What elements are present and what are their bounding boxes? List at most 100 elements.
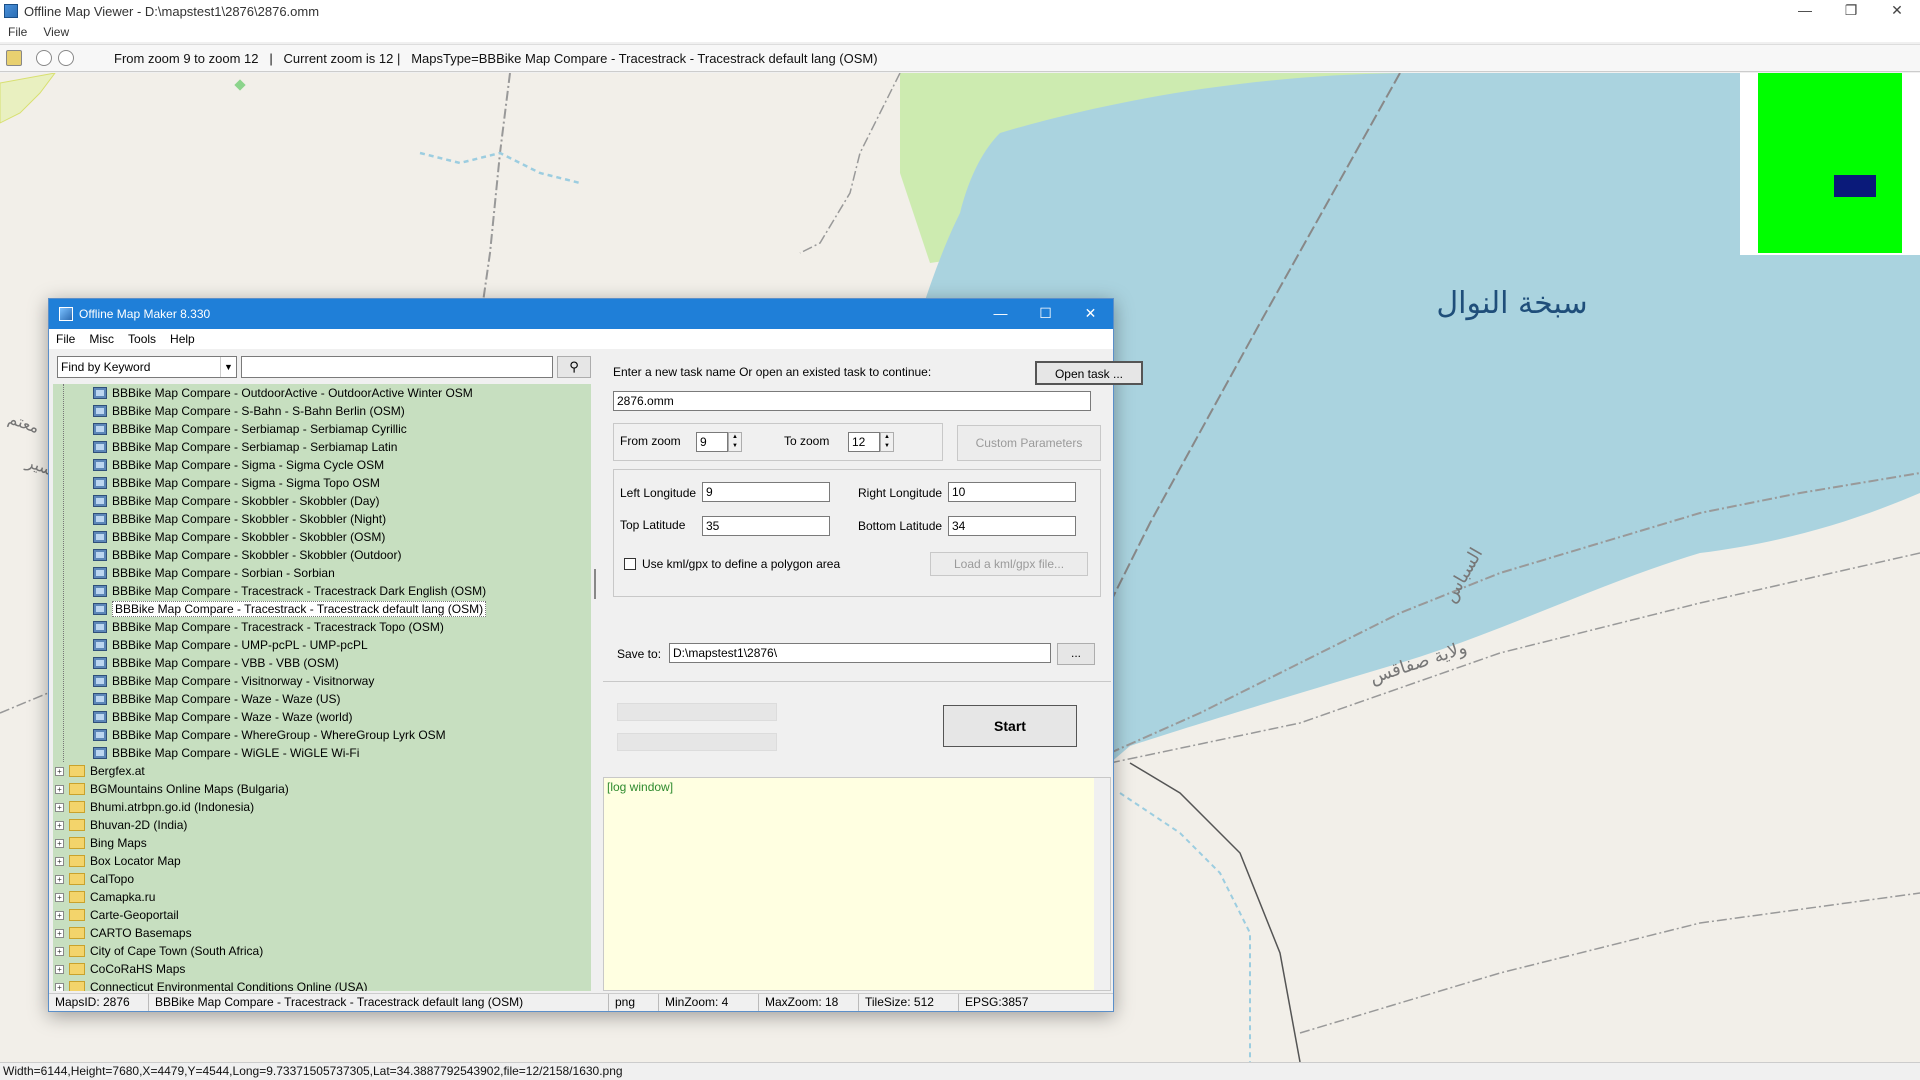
expand-plus-icon[interactable]: + — [55, 784, 64, 794]
expand-plus-icon[interactable]: + — [55, 802, 64, 812]
expand-plus-icon[interactable]: + — [55, 946, 64, 956]
tree-folder[interactable]: + Camapka.ru — [55, 888, 155, 906]
maximize-button[interactable]: ❐ — [1828, 0, 1874, 22]
close-button[interactable]: ✕ — [1874, 0, 1920, 22]
task-name-field[interactable]: 2876.omm — [613, 391, 1091, 411]
tree-item-map-source[interactable]: BBBike Map Compare - VBB - VBB (OSM) — [93, 654, 339, 672]
log-scrollbar[interactable] — [1094, 778, 1110, 990]
from-zoom-input[interactable]: 9 — [696, 432, 728, 452]
tree-folder[interactable]: + Carte-Geoportail — [55, 906, 179, 924]
maker-status-bar: MapsID: 2876 BBBike Map Compare - Traces… — [49, 993, 1113, 1011]
tree-folder[interactable]: + Box Locator Map — [55, 852, 181, 870]
tree-item-map-source[interactable]: BBBike Map Compare - Tracestrack - Trace… — [93, 618, 444, 636]
tree-item-label: BBBike Map Compare - Skobbler - Skobbler… — [112, 548, 402, 562]
menu-file[interactable]: File — [0, 25, 35, 39]
tree-folder[interactable]: + Connecticut Environmental Conditions On… — [55, 978, 367, 991]
from-zoom-stepper[interactable]: ▲ ▼ — [728, 432, 742, 452]
custom-parameters-button[interactable]: Custom Parameters — [957, 425, 1101, 461]
place-label-west-1: معتم — [6, 408, 42, 437]
map-viewer-app-icon — [4, 4, 18, 18]
load-kml-button[interactable]: Load a kml/gpx file... — [930, 552, 1088, 576]
expand-plus-icon[interactable]: + — [55, 766, 64, 776]
expand-plus-icon[interactable]: + — [55, 964, 64, 974]
search-button[interactable]: ⚲ — [557, 356, 591, 378]
park-area-small — [0, 73, 56, 124]
expand-plus-icon[interactable]: + — [55, 856, 64, 866]
task-settings-panel: Enter a new task name Or open an existed… — [603, 351, 1143, 991]
expand-plus-icon[interactable]: + — [55, 982, 64, 991]
tree-item-map-source[interactable]: BBBike Map Compare - Serbiamap - Serbiam… — [93, 420, 407, 438]
maker-menu-tools[interactable]: Tools — [121, 332, 163, 346]
expand-plus-icon[interactable]: + — [55, 928, 64, 938]
tree-folder[interactable]: + CARTO Basemaps — [55, 924, 192, 942]
tree-item-map-source[interactable]: BBBike Map Compare - WhereGroup - WhereG… — [93, 726, 446, 744]
tree-item-label: BBBike Map Compare - Skobbler - Skobbler… — [112, 494, 380, 508]
top-latitude-input[interactable]: 35 — [702, 516, 830, 536]
browse-folder-button[interactable]: ... — [1057, 643, 1095, 665]
tree-item-map-source[interactable]: BBBike Map Compare - Waze - Waze (world) — [93, 708, 353, 726]
expand-plus-icon[interactable]: + — [55, 892, 64, 902]
minimize-button[interactable]: — — [1782, 0, 1828, 22]
chevron-down-icon[interactable]: ▼ — [220, 357, 236, 377]
task-prompt-label: Enter a new task name Or open an existed… — [613, 365, 932, 379]
tree-item-map-source[interactable]: BBBike Map Compare - Skobbler - Skobbler… — [93, 546, 401, 564]
tree-item-map-source[interactable]: BBBike Map Compare - Skobbler - Skobbler… — [93, 510, 386, 528]
tree-item-map-source[interactable]: BBBike Map Compare - Serbiamap - Serbiam… — [93, 438, 397, 456]
tree-item-map-source[interactable]: BBBike Map Compare - S-Bahn - S-Bahn Ber… — [93, 402, 405, 420]
tree-folder[interactable]: + Bergfex.at — [55, 762, 145, 780]
overview-minimap[interactable] — [1740, 73, 1920, 255]
tree-folder[interactable]: + BGMountains Online Maps (Bulgaria) — [55, 780, 289, 798]
maker-menu-file[interactable]: File — [49, 332, 82, 346]
zoom-out-icon[interactable] — [36, 50, 52, 66]
menu-view[interactable]: View — [35, 25, 77, 39]
road-south — [1129, 762, 1301, 1062]
tree-folder[interactable]: + CalTopo — [55, 870, 134, 888]
tree-item-map-source[interactable]: BBBike Map Compare - Visitnorway - Visit… — [93, 672, 374, 690]
tree-item-map-source[interactable]: BBBike Map Compare - Waze - Waze (US) — [93, 690, 341, 708]
left-longitude-input[interactable]: 9 — [702, 482, 830, 502]
expand-plus-icon[interactable]: + — [55, 874, 64, 884]
maker-minimize-button[interactable]: — — [978, 299, 1023, 329]
search-mode-dropdown[interactable]: Find by Keyword ▼ — [57, 356, 237, 378]
tree-item-map-source[interactable]: BBBike Map Compare - Sorbian - Sorbian — [93, 564, 335, 582]
expand-plus-icon[interactable]: + — [55, 838, 64, 848]
to-zoom-stepper[interactable]: ▲ ▼ — [880, 432, 894, 452]
zoom-in-icon[interactable] — [58, 50, 74, 66]
tree-item-map-source[interactable]: BBBike Map Compare - Skobbler - Skobbler… — [93, 528, 385, 546]
maker-menu-help[interactable]: Help — [163, 332, 202, 346]
maker-menu-misc[interactable]: Misc — [82, 332, 121, 346]
tree-item-map-source[interactable]: BBBike Map Compare - UMP-pcPL - UMP-pcPL — [93, 636, 368, 654]
save-to-field[interactable]: D:\mapstest1\2876\ — [669, 643, 1051, 663]
right-longitude-input[interactable]: 10 — [948, 482, 1076, 502]
tree-folder[interactable]: + Bhumi.atrbpn.go.id (Indonesia) — [55, 798, 254, 816]
open-task-button[interactable]: Open task ... — [1035, 361, 1143, 385]
tree-folder[interactable]: + City of Cape Town (South Africa) — [55, 942, 263, 960]
map-source-tree[interactable]: BBBike Map Compare - OutdoorActive - Out… — [53, 384, 591, 991]
map-tile-icon — [93, 585, 107, 597]
tree-item-map-source[interactable]: BBBike Map Compare - OutdoorActive - Out… — [93, 384, 473, 402]
maker-close-button[interactable]: ✕ — [1068, 299, 1113, 329]
tree-folder[interactable]: + Bing Maps — [55, 834, 147, 852]
open-folder-icon[interactable] — [6, 50, 22, 66]
tree-folder[interactable]: + Bhuvan-2D (India) — [55, 816, 187, 834]
folder-icon — [69, 819, 85, 831]
tree-item-label: BBBike Map Compare - Tracestrack - Trace… — [112, 584, 487, 598]
expand-plus-icon[interactable]: + — [55, 910, 64, 920]
tree-folder[interactable]: + CoCoRaHS Maps — [55, 960, 185, 978]
bottom-latitude-input[interactable]: 34 — [948, 516, 1076, 536]
log-window[interactable]: [log window] — [603, 777, 1111, 991]
expand-plus-icon[interactable]: + — [55, 820, 64, 830]
maker-maximize-button[interactable]: ☐ — [1023, 299, 1068, 329]
tree-item-map-source[interactable]: BBBike Map Compare - Sigma - Sigma Topo … — [93, 474, 380, 492]
tree-item-map-source[interactable]: BBBike Map Compare - WiGLE - WiGLE Wi-Fi — [93, 744, 359, 762]
start-button[interactable]: Start — [943, 705, 1077, 747]
to-zoom-input[interactable]: 12 — [848, 432, 880, 452]
tree-item-map-source[interactable]: BBBike Map Compare - Sigma - Sigma Cycle… — [93, 456, 384, 474]
map-tile-icon — [93, 531, 107, 543]
search-input[interactable] — [241, 356, 553, 378]
tree-item-map-source[interactable]: BBBike Map Compare - Tracestrack - Trace… — [93, 582, 486, 600]
panel-splitter-handle[interactable] — [594, 569, 596, 599]
tree-item-map-source[interactable]: BBBike Map Compare - Tracestrack - Trace… — [93, 600, 487, 618]
tree-item-map-source[interactable]: BBBike Map Compare - Skobbler - Skobbler… — [93, 492, 379, 510]
use-kml-checkbox[interactable] — [624, 558, 636, 570]
